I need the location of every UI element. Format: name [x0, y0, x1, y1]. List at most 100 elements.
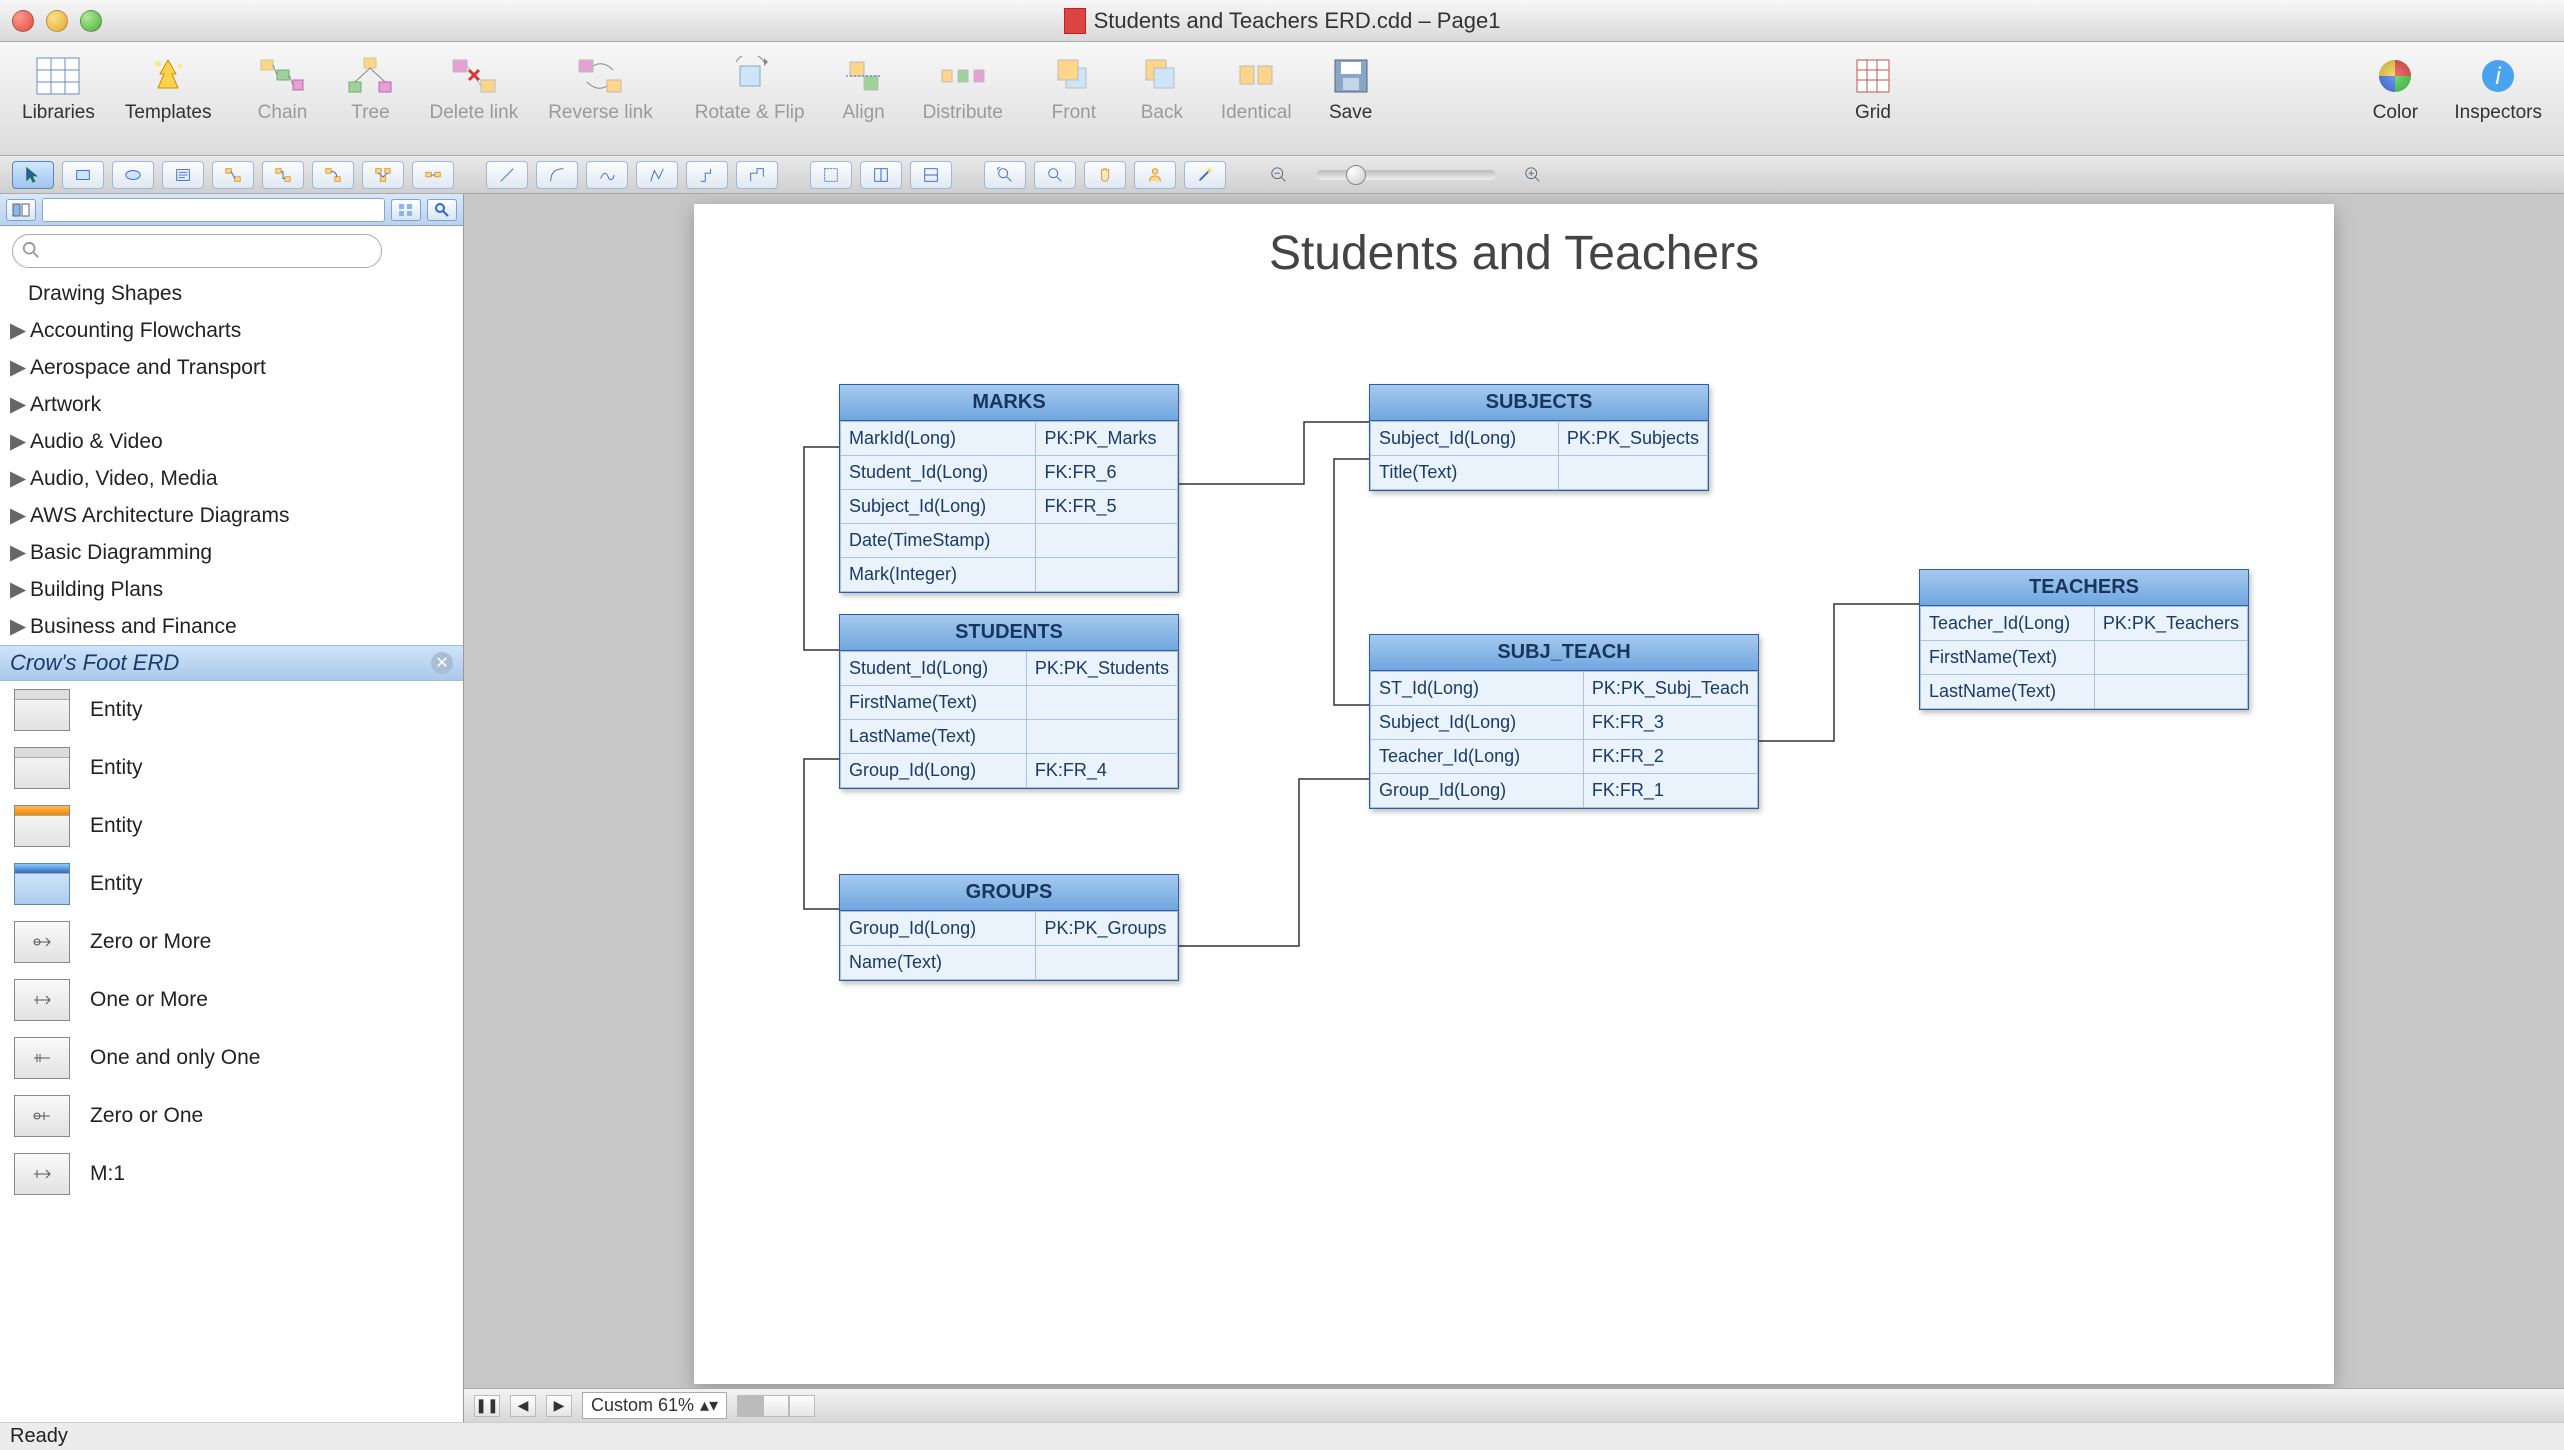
selected-library[interactable]: Crow's Foot ERD ✕ [0, 645, 463, 681]
entity-marks[interactable]: MARKS MarkId(Long)PK:PK_MarksStudent_Id(… [839, 384, 1179, 593]
snap-tool-2[interactable] [860, 161, 902, 189]
category-item[interactable]: ▶AWS Architecture Diagrams [0, 497, 463, 534]
category-item[interactable]: ▶Artwork [0, 386, 463, 423]
delete-link-button[interactable]: Delete link [423, 50, 524, 128]
identical-button[interactable]: Identical [1215, 50, 1298, 128]
entity-groups[interactable]: GROUPS Group_Id(Long)PK:PK_GroupsName(Te… [839, 874, 1179, 981]
entity-row[interactable]: Student_Id(Long)FK:FR_6 [841, 456, 1178, 490]
entity-row[interactable]: Group_Id(Long)FK:FR_4 [841, 754, 1178, 788]
entity-row[interactable]: FirstName(Text) [841, 686, 1178, 720]
category-item[interactable]: ▶Aerospace and Transport [0, 349, 463, 386]
entity-students[interactable]: STUDENTS Student_Id(Long)PK:PK_StudentsF… [839, 614, 1179, 789]
line-tool-6[interactable] [736, 161, 778, 189]
entity-row[interactable]: Student_Id(Long)PK:PK_Students [841, 652, 1178, 686]
sidebar-view-toggle[interactable] [6, 199, 36, 221]
entity-row[interactable]: Group_Id(Long)FK:FR_1 [1371, 774, 1758, 808]
zoom-tool[interactable] [1034, 161, 1076, 189]
category-item[interactable]: ▶Accounting Flowcharts [0, 312, 463, 349]
category-item[interactable]: ▶Building Plans [0, 571, 463, 608]
align-button[interactable]: Align [829, 50, 899, 128]
zoom-in-button[interactable] [1512, 161, 1554, 189]
view-mode-1[interactable] [737, 1395, 763, 1417]
view-mode-3[interactable] [789, 1395, 815, 1417]
entity-subjects[interactable]: SUBJECTS Subject_Id(Long)PK:PK_SubjectsT… [1369, 384, 1709, 491]
inspectors-button[interactable]: i Inspectors [2448, 50, 2548, 128]
shape-item[interactable]: One and only One [0, 1029, 463, 1087]
entity-row[interactable]: LastName(Text) [1921, 675, 2248, 709]
entity-row[interactable]: Teacher_Id(Long)PK:PK_Teachers [1921, 607, 2248, 641]
ellipse-tool[interactable] [112, 161, 154, 189]
entity-teachers[interactable]: TEACHERS Teacher_Id(Long)PK:PK_TeachersF… [1919, 569, 2249, 710]
line-tool-4[interactable] [636, 161, 678, 189]
sidebar-grid-view[interactable] [391, 199, 421, 221]
entity-row[interactable]: Subject_Id(Long)FK:FR_3 [1371, 706, 1758, 740]
entity-row[interactable]: Date(TimeStamp) [841, 524, 1178, 558]
page-next[interactable]: ▶ [546, 1395, 572, 1417]
entity-subjteach[interactable]: SUBJ_TEACH ST_Id(Long)PK:PK_Subj_TeachSu… [1369, 634, 1759, 809]
shape-item[interactable]: Entity [0, 855, 463, 913]
close-library-icon[interactable]: ✕ [431, 652, 453, 674]
rotate-flip-button[interactable]: Rotate & Flip [689, 50, 811, 128]
entity-row[interactable]: Teacher_Id(Long)FK:FR_2 [1371, 740, 1758, 774]
category-item[interactable]: ▶Audio, Video, Media [0, 460, 463, 497]
zoom-slider[interactable] [1316, 170, 1496, 180]
shape-item[interactable]: Entity [0, 797, 463, 855]
library-search-input[interactable] [12, 234, 382, 268]
reverse-link-button[interactable]: Reverse link [542, 50, 659, 128]
chain-button[interactable]: Chain [247, 50, 317, 128]
front-button[interactable]: Front [1039, 50, 1109, 128]
snap-tool-1[interactable] [810, 161, 852, 189]
text-tool[interactable] [162, 161, 204, 189]
entity-row[interactable]: MarkId(Long)PK:PK_Marks [841, 422, 1178, 456]
category-item[interactable]: ▶Business and Finance [0, 608, 463, 645]
zoom-out-button[interactable] [1258, 161, 1300, 189]
connector-tool-5[interactable] [412, 161, 454, 189]
page-prev[interactable]: ◀ [510, 1395, 536, 1417]
entity-row[interactable]: Subject_Id(Long)FK:FR_5 [841, 490, 1178, 524]
rect-tool[interactable] [62, 161, 104, 189]
shape-item[interactable]: One or More [0, 971, 463, 1029]
shape-item[interactable]: Zero or One [0, 1087, 463, 1145]
sidebar-search-button[interactable] [427, 199, 457, 221]
canvas[interactable]: Students and Teachers [464, 194, 2564, 1388]
person-tool[interactable] [1134, 161, 1176, 189]
entity-row[interactable]: ST_Id(Long)PK:PK_Subj_Teach [1371, 672, 1758, 706]
entity-row[interactable]: Subject_Id(Long)PK:PK_Subjects [1371, 422, 1708, 456]
zoom-thumb[interactable] [1346, 165, 1366, 185]
templates-button[interactable]: Templates [119, 50, 218, 128]
shape-item[interactable]: Entity [0, 681, 463, 739]
connector-tool-4[interactable] [362, 161, 404, 189]
hand-tool[interactable] [1084, 161, 1126, 189]
category-item[interactable]: ▶Basic Diagramming [0, 534, 463, 571]
shape-item[interactable]: Zero or More [0, 913, 463, 971]
connector-tool-3[interactable] [312, 161, 354, 189]
entity-row[interactable]: LastName(Text) [841, 720, 1178, 754]
line-tool-1[interactable] [486, 161, 528, 189]
wand-tool[interactable] [1184, 161, 1226, 189]
line-tool-5[interactable] [686, 161, 728, 189]
close-window-icon[interactable] [12, 10, 34, 32]
line-tool-3[interactable] [586, 161, 628, 189]
grid-button[interactable]: Grid [1838, 50, 1908, 128]
entity-row[interactable]: Title(Text) [1371, 456, 1708, 490]
zoom-fit-tool[interactable] [984, 161, 1026, 189]
scroll-pause[interactable]: ❚❚ [474, 1395, 500, 1417]
sidebar-filter-box[interactable] [42, 198, 385, 222]
shape-item[interactable]: M:1 [0, 1145, 463, 1203]
connector-tool-2[interactable] [262, 161, 304, 189]
libraries-button[interactable]: Libraries [16, 50, 101, 128]
category-item[interactable]: ▶Audio & Video [0, 423, 463, 460]
back-button[interactable]: Back [1127, 50, 1197, 128]
line-tool-2[interactable] [536, 161, 578, 189]
minimize-window-icon[interactable] [46, 10, 68, 32]
entity-row[interactable]: FirstName(Text) [1921, 641, 2248, 675]
connector-tool-1[interactable] [212, 161, 254, 189]
save-button[interactable]: Save [1316, 50, 1386, 128]
pointer-tool[interactable] [12, 161, 54, 189]
view-mode-2[interactable] [763, 1395, 789, 1417]
snap-tool-3[interactable] [910, 161, 952, 189]
entity-row[interactable]: Group_Id(Long)PK:PK_Groups [841, 912, 1178, 946]
distribute-button[interactable]: Distribute [917, 50, 1009, 128]
zoom-select[interactable]: Custom 61% ▴▾ [582, 1392, 727, 1419]
zoom-window-icon[interactable] [80, 10, 102, 32]
